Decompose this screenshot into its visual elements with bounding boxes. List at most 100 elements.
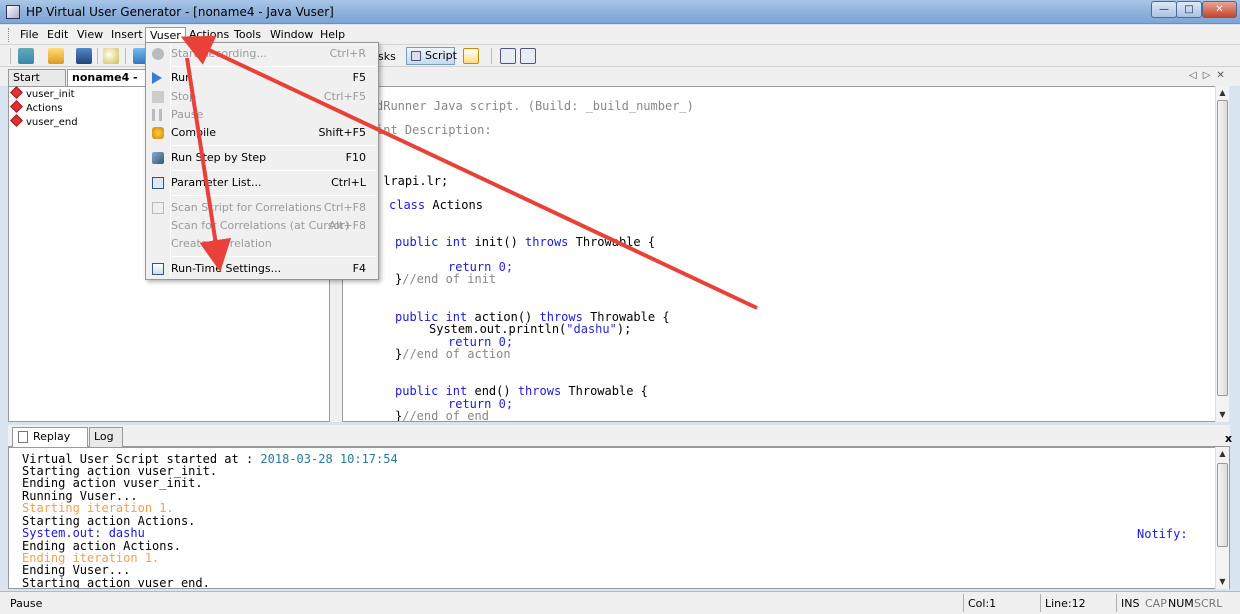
scroll-thumb[interactable] xyxy=(1217,463,1228,547)
menu-file[interactable]: File xyxy=(16,27,42,43)
log-scrollbar[interactable]: ▲ ▼ xyxy=(1215,447,1229,589)
save-icon[interactable] xyxy=(76,48,92,64)
tree-item-actions[interactable]: Actions xyxy=(10,100,63,116)
menu-insert[interactable]: Insert xyxy=(107,27,147,43)
script-icon xyxy=(411,51,421,61)
tree-view-icon[interactable] xyxy=(463,48,479,64)
menu-item-run-step-by-step[interactable]: Run Step by Step F10 xyxy=(148,149,376,167)
record-icon xyxy=(152,48,164,60)
close-button[interactable]: ✕ xyxy=(1202,1,1237,18)
scroll-down-icon[interactable]: ▼ xyxy=(1216,575,1229,588)
status-divider xyxy=(1116,594,1117,612)
scroll-thumb[interactable] xyxy=(1217,100,1228,396)
menubar-grip xyxy=(8,28,11,42)
vugen-app-icon xyxy=(6,5,20,19)
code-line: int Description: xyxy=(376,123,492,137)
tab-replay-log[interactable]: Replay Log xyxy=(12,427,88,461)
output-window-icon[interactable] xyxy=(500,48,516,64)
editor-scrollbar[interactable]: ▲ ▼ xyxy=(1215,86,1229,422)
code-line: }//end of action xyxy=(395,347,511,361)
new-script-icon[interactable] xyxy=(18,48,34,64)
menu-separator xyxy=(172,256,376,257)
script-view-label: Script xyxy=(425,49,457,62)
menu-separator xyxy=(172,66,376,67)
action-icon xyxy=(10,86,23,99)
tasks-button-label[interactable]: sks xyxy=(378,50,396,63)
code-line: class Actions xyxy=(389,198,483,212)
replay-log[interactable]: Virtual User Script started at : 2018-03… xyxy=(8,447,1230,589)
code-line: public int init() throws Throwable { xyxy=(395,235,656,249)
status-line: Line:12 xyxy=(1045,597,1086,610)
tab-noname4[interactable]: noname4 - Jav xyxy=(67,69,147,99)
tab-log[interactable]: Log xyxy=(89,427,123,447)
menu-item-compile[interactable]: Compile Shift+F5 xyxy=(148,124,376,142)
title-bar: HP Virtual User Generator - [noname4 - J… xyxy=(0,0,1240,24)
status-column: Col:1 xyxy=(968,597,997,610)
menu-view[interactable]: View xyxy=(73,27,107,43)
status-mode: Pause xyxy=(10,597,43,610)
parameter-icon xyxy=(152,177,164,189)
run-icon xyxy=(152,72,162,84)
action-icon xyxy=(10,100,23,113)
open-folder-icon[interactable] xyxy=(48,48,64,64)
fold-toggle[interactable]: − xyxy=(342,311,343,320)
log-line: Ending Vuser... xyxy=(22,563,131,577)
compile-icon xyxy=(152,127,164,139)
stop-icon xyxy=(152,91,164,103)
menu-help[interactable]: Help xyxy=(316,27,349,43)
code-line: }//end of end xyxy=(395,409,489,422)
scroll-up-icon[interactable]: ▲ xyxy=(1216,86,1229,99)
log-line: Starting iteration 1. xyxy=(22,501,174,515)
vuser-menu-dropdown: Start Recording... Ctrl+R Run F5 Stop Ctrl+… xyxy=(145,42,379,280)
maximize-button[interactable]: □ xyxy=(1176,1,1202,18)
status-bar: Pause Col:1 Line:12 INS CAP NUM SCRL xyxy=(0,591,1240,614)
tile-windows-icon[interactable] xyxy=(520,48,536,64)
toolbar-separator xyxy=(97,48,98,64)
tree-item-vuser-end[interactable]: vuser_end xyxy=(10,114,78,130)
minimize-button[interactable]: — xyxy=(1151,1,1177,18)
log-line: Ending action vuser_init. xyxy=(22,476,203,490)
status-num: NUM xyxy=(1168,597,1194,610)
tree-item-vuser-init[interactable]: vuser_init xyxy=(10,86,75,102)
menu-item-parameter-list[interactable]: Parameter List... Ctrl+L xyxy=(148,174,376,192)
menu-item-create-correlation[interactable]: Create Correlation xyxy=(148,235,376,253)
menu-window[interactable]: Window xyxy=(266,27,317,43)
menu-actions[interactable]: Actions xyxy=(185,27,233,43)
status-divider xyxy=(1040,594,1041,612)
menu-item-scan-script-correlations[interactable]: Scan Script for Correlations Ctrl+F8 xyxy=(148,199,376,217)
output-tabs: Replay Log Log x xyxy=(8,425,1232,461)
tab-scroll-arrows[interactable]: ◁▷✕ xyxy=(1189,70,1231,81)
pause-icon xyxy=(152,109,162,121)
script-view-button[interactable]: Script xyxy=(406,47,457,65)
scroll-up-icon[interactable]: ▲ xyxy=(1216,447,1229,460)
fold-toggle[interactable]: − xyxy=(342,386,343,395)
menu-item-start-recording[interactable]: Start Recording... Ctrl+R xyxy=(148,45,376,63)
menu-item-pause[interactable]: Pause xyxy=(148,106,376,124)
step-icon xyxy=(152,152,164,164)
code-line: }//end of init xyxy=(395,272,497,286)
code-line: public int end() throws Throwable { xyxy=(395,384,648,398)
log-line: Starting action vuser_end. xyxy=(22,576,210,589)
script-editor[interactable]: dRunner Java script. (Build: _build_numb… xyxy=(342,86,1229,422)
window-title: HP Virtual User Generator - [noname4 - J… xyxy=(26,5,334,19)
close-output-button[interactable]: x xyxy=(1225,432,1232,445)
menu-item-run-time-settings[interactable]: Run-Time Settings... F4 xyxy=(148,260,376,278)
scroll-down-icon[interactable]: ▼ xyxy=(1216,408,1229,421)
menu-separator xyxy=(172,195,376,196)
tab-start-page[interactable]: Start Page xyxy=(8,69,66,99)
action-icon xyxy=(10,114,23,127)
status-scrl: SCRL xyxy=(1194,597,1223,610)
menu-item-stop[interactable]: Stop Ctrl+F5 xyxy=(148,88,376,106)
menu-separator xyxy=(172,145,376,146)
code-line: dRunner Java script. (Build: _build_numb… xyxy=(376,99,694,113)
toolbar-separator xyxy=(491,48,492,64)
menu-separator xyxy=(172,170,376,171)
menu-tools[interactable]: Tools xyxy=(230,27,265,43)
app-window: HP Virtual User Generator - [noname4 - J… xyxy=(0,0,1240,614)
find-icon[interactable] xyxy=(103,48,119,64)
menu-item-scan-at-cursor[interactable]: Scan for Correlations (at Cursor) Alt+F8 xyxy=(148,217,376,235)
menu-edit[interactable]: Edit xyxy=(43,27,72,43)
menu-item-run[interactable]: Run F5 xyxy=(148,69,376,87)
settings-icon xyxy=(152,263,164,275)
status-ins: INS xyxy=(1121,597,1140,610)
